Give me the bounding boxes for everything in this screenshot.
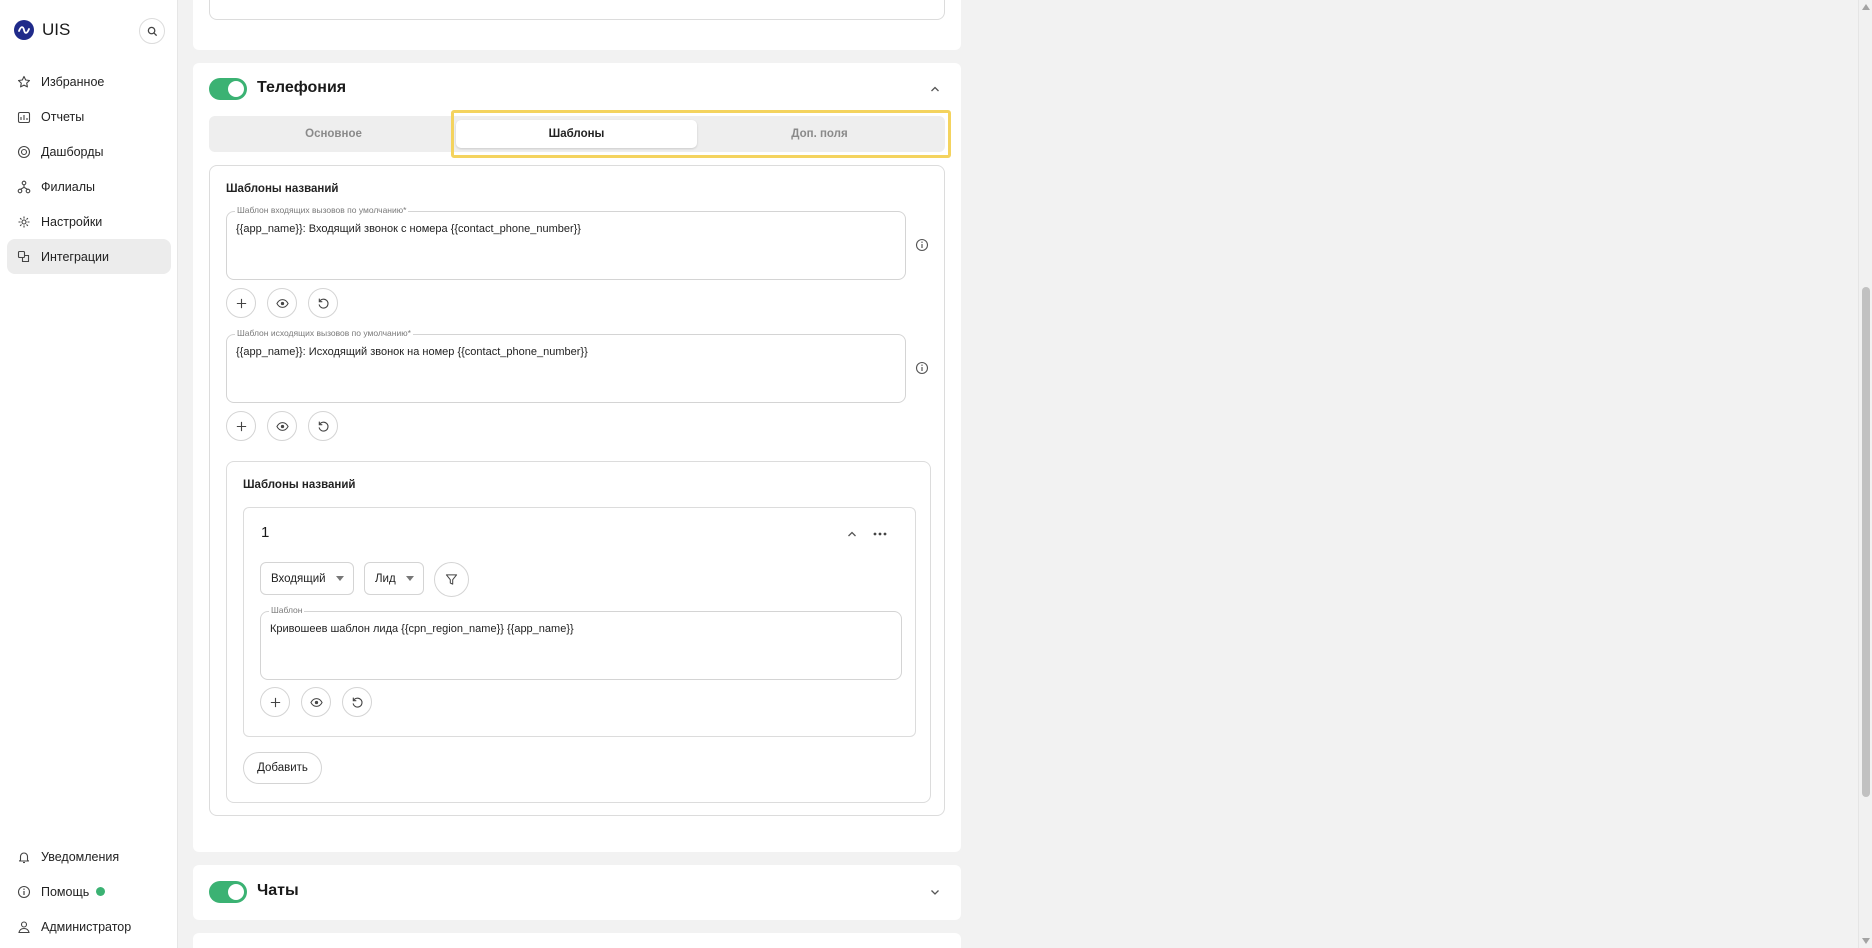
sidebar-item-label: Отчеты — [41, 109, 85, 124]
eye-icon — [275, 298, 289, 308]
help-status-dot — [96, 887, 106, 896]
info-icon[interactable] — [915, 361, 929, 375]
page-scrollbar[interactable] — [1858, 0, 1872, 948]
filter-button[interactable] — [434, 562, 469, 597]
scroll-thumb[interactable] — [1862, 287, 1870, 797]
eye-icon — [275, 421, 289, 431]
chevron-up-icon[interactable] — [845, 527, 859, 541]
sidebar-item-dashboards[interactable]: Дашборды — [7, 134, 171, 169]
template-add-variable-button[interactable] — [260, 687, 290, 717]
reset-icon — [352, 697, 362, 708]
sidebar-item-settings[interactable]: Настройки — [7, 204, 171, 239]
outgoing-template-value: {{app_name}}: Исходящий звонок на номер … — [236, 346, 588, 358]
direction-select[interactable]: Входящий — [260, 562, 354, 595]
entity-select[interactable]: Лид — [364, 562, 424, 595]
sidebar-item-label: Дашборды — [41, 144, 104, 159]
next-section-card — [193, 933, 961, 948]
info-icon — [17, 885, 31, 898]
gear-icon — [18, 216, 30, 227]
bell-icon — [18, 851, 30, 863]
outgoing-template-label: Шаблон исходящих вызовов по умолчанию* — [235, 328, 413, 338]
eye-icon — [309, 697, 323, 707]
chats-toggle[interactable] — [209, 881, 247, 903]
custom-templates-title: Шаблоны названий — [243, 479, 356, 491]
sidebar-item-reports[interactable]: Отчеты — [7, 99, 171, 134]
templates-tab-highlight — [451, 110, 951, 158]
integrations-icon — [17, 250, 30, 262]
more-icon[interactable] — [872, 527, 888, 541]
sidebar-item-integrations[interactable]: Интеграции — [7, 239, 171, 274]
chats-title: Чаты — [257, 882, 299, 899]
incoming-add-variable-button[interactable] — [226, 288, 256, 318]
sidebar-item-label: Настройки — [41, 214, 103, 229]
plus-icon — [236, 298, 246, 308]
sidebar-item-label: Избранное — [41, 74, 105, 89]
add-template-button[interactable]: Добавить — [243, 752, 322, 784]
sidebar-bottom-nav: Уведомления Помощь Администратор — [7, 839, 171, 944]
sidebar-item-admin[interactable]: Администратор — [7, 909, 171, 944]
entity-select-value: Лид — [375, 572, 396, 585]
sidebar-item-notifications[interactable]: Уведомления — [7, 839, 171, 874]
reset-icon — [318, 421, 328, 432]
chevron-down-icon[interactable] — [928, 885, 942, 899]
plus-icon — [236, 421, 246, 431]
template-field-label: Шаблон — [269, 605, 305, 615]
telephony-section: Телефония Основное Шаблоны Доп. поля Шаб… — [193, 63, 961, 852]
template-item-card: 1 Входящий Лид Шаблон Кривошеев шаблон л… — [243, 507, 916, 737]
brand-name: UIS — [42, 20, 71, 39]
template-reset-button[interactable] — [342, 687, 372, 717]
incoming-template-label: Шаблон входящих вызовов по умолчанию* — [235, 205, 409, 215]
sidebar-item-label: Помощь — [41, 884, 90, 899]
dashboard-icon — [17, 145, 31, 158]
templates-panel: Шаблоны названий Шаблон входящих вызовов… — [209, 165, 945, 816]
sidebar-item-favorites[interactable]: Избранное — [7, 64, 171, 99]
sidebar-item-label: Уведомления — [41, 849, 120, 864]
outgoing-template-field[interactable]: Шаблон исходящих вызовов по умолчанию* {… — [226, 328, 906, 403]
brand[interactable]: UIS — [14, 20, 70, 40]
sidebar-nav: Избранное Отчеты Дашборды Филиалы Настро… — [7, 64, 171, 274]
scroll-down-icon[interactable] — [1862, 938, 1870, 944]
search-icon — [147, 26, 157, 36]
sidebar-item-label: Филиалы — [41, 179, 95, 194]
direction-select-value: Входящий — [271, 572, 326, 585]
info-icon[interactable] — [915, 238, 929, 252]
template-item-number: 1 — [261, 524, 270, 541]
incoming-template-value: {{app_name}}: Входящий звонок с номера {… — [236, 223, 581, 235]
templates-section-title: Шаблоны названий — [226, 183, 339, 195]
sidebar-item-branches[interactable]: Филиалы — [7, 169, 171, 204]
filter-icon — [445, 574, 458, 585]
custom-templates-panel: Шаблоны названий 1 Входящий Лид Шаблон К… — [226, 461, 931, 803]
report-icon — [17, 111, 31, 123]
chats-section: Чаты — [193, 865, 961, 920]
previous-section-field — [209, 0, 945, 20]
template-field[interactable]: Шаблон Кривошеев шаблон лида {{cpn_regio… — [260, 605, 902, 680]
sidebar-item-label: Администратор — [41, 919, 132, 934]
reset-icon — [318, 298, 328, 309]
template-preview-button[interactable] — [301, 687, 331, 717]
sidebar: UIS Избранное Отчеты Дашборды Филиалы На… — [0, 0, 178, 948]
sidebar-item-label: Интеграции — [41, 249, 110, 264]
caret-down-icon — [335, 576, 344, 581]
incoming-preview-button[interactable] — [267, 288, 297, 318]
chevron-up-icon[interactable] — [928, 82, 942, 96]
sidebar-item-help[interactable]: Помощь — [7, 874, 171, 909]
user-icon — [18, 920, 30, 933]
plus-icon — [270, 697, 280, 707]
branches-icon — [17, 180, 31, 193]
telephony-title: Телефония — [257, 79, 347, 96]
tab-main[interactable]: Основное — [213, 120, 454, 148]
scroll-up-icon[interactable] — [1862, 4, 1870, 10]
outgoing-add-variable-button[interactable] — [226, 411, 256, 441]
incoming-template-field[interactable]: Шаблон входящих вызовов по умолчанию* {{… — [226, 205, 906, 280]
star-icon — [17, 75, 31, 87]
sidebar-search-button[interactable] — [139, 18, 165, 44]
brand-logo-icon — [14, 20, 34, 40]
previous-section-card — [193, 0, 961, 50]
outgoing-reset-button[interactable] — [308, 411, 338, 441]
caret-down-icon — [405, 576, 414, 581]
template-field-value: Кривошеев шаблон лида {{cpn_region_name}… — [270, 623, 574, 635]
incoming-reset-button[interactable] — [308, 288, 338, 318]
telephony-toggle[interactable] — [209, 78, 247, 100]
outgoing-preview-button[interactable] — [267, 411, 297, 441]
